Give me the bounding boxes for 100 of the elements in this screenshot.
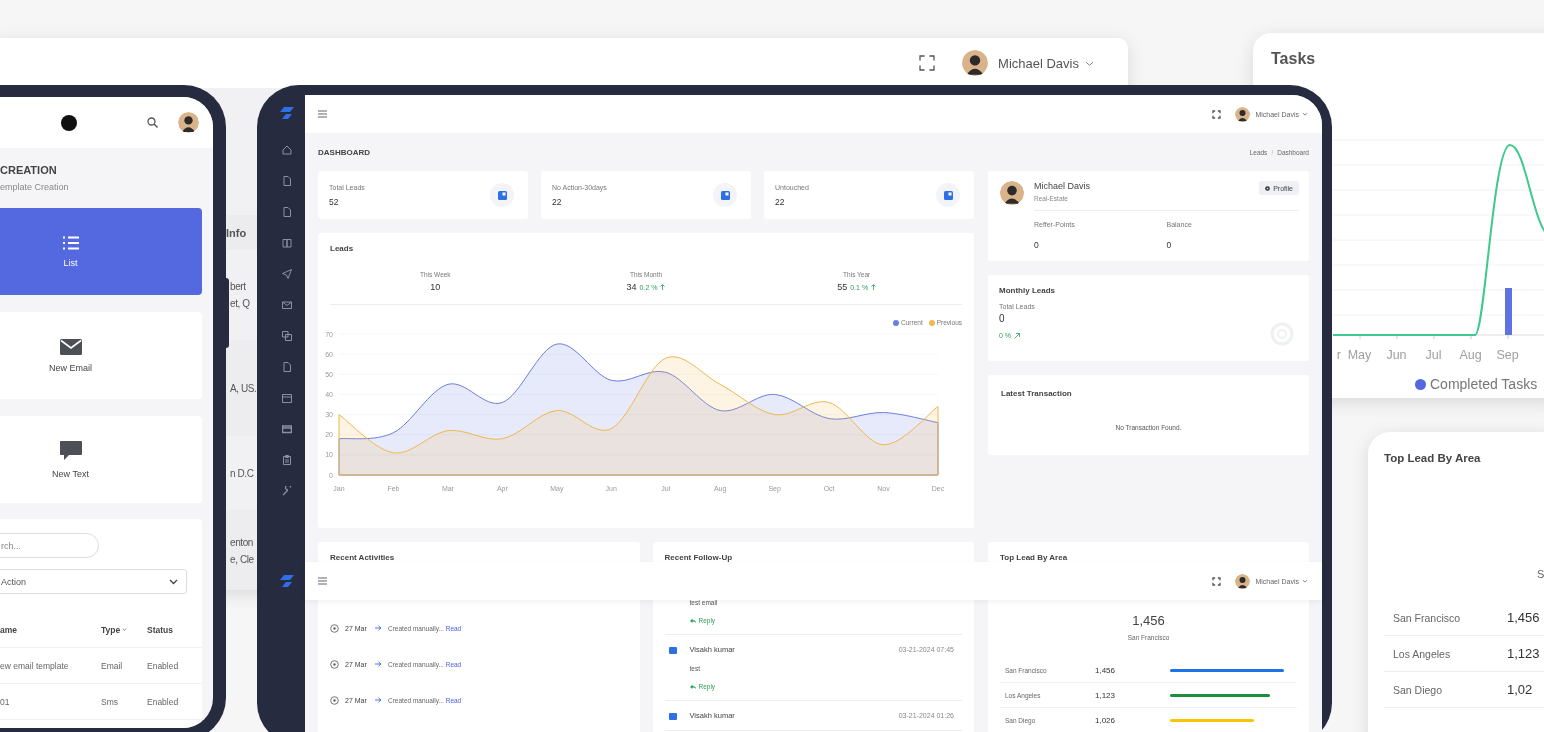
calendar-icon [282, 393, 292, 403]
document-icon [282, 176, 292, 186]
address-text: bert [230, 281, 246, 292]
document-icon [282, 207, 292, 217]
card-title: Monthly Leads [999, 286, 1056, 295]
logo-icon [280, 107, 294, 119]
send-icon [282, 269, 292, 279]
trend-arrow-icon [1014, 332, 1021, 339]
stat-value: 0 [1166, 240, 1173, 250]
camera-dot [61, 114, 77, 131]
avatar [1235, 573, 1251, 589]
lead-count: 1,02 [1507, 682, 1533, 697]
search-field[interactable]: rch... [0, 533, 99, 558]
lead-count: 1,456 [1095, 665, 1117, 675]
table-cell-text: Email [101, 660, 124, 671]
table-cell-text: 01 [0, 696, 11, 707]
area-name: Los Angeles [1393, 647, 1452, 660]
logo-icon [280, 575, 294, 587]
card-icon [282, 424, 292, 434]
menu-icon [318, 577, 327, 585]
x-axis-label: Jun [1385, 348, 1408, 362]
avatar [1000, 181, 1024, 205]
caret-icon [122, 627, 128, 632]
expand-icon [1212, 576, 1222, 586]
address-text: enton [230, 537, 254, 548]
clipboard-icon [282, 455, 292, 465]
up-arrow-icon [871, 284, 877, 290]
lead-count: 1,456 [1507, 610, 1540, 625]
gear-icon [1265, 185, 1271, 191]
stat-value: 22 [552, 196, 563, 207]
column-header[interactable]: ame [0, 624, 101, 635]
note-icon [720, 190, 730, 200]
avatar [962, 50, 989, 76]
action-tile[interactable]: New Text [0, 416, 202, 503]
period-value: 10 [430, 282, 441, 292]
arrow-icon [375, 661, 382, 667]
x-axis-label: May [1346, 348, 1373, 362]
x-axis-label: Jul [1424, 348, 1443, 362]
period-value: 55 [837, 282, 848, 292]
table-cell-text: Enabled [147, 660, 180, 671]
page-subtitle: emplate Creation [0, 182, 70, 192]
home-icon [282, 145, 292, 155]
card-title: Recent Follow-Up [664, 553, 734, 562]
stat-value: 0 [999, 313, 1006, 324]
card-title: Top Lead By Area [1000, 553, 1069, 562]
page-title: DASHBOARD [318, 147, 370, 157]
profile-name: Michael Davis [1034, 181, 1091, 191]
area-name: San Francisco [1393, 611, 1462, 624]
book-icon [282, 238, 292, 248]
avatar [1235, 106, 1251, 122]
list-icon [62, 235, 79, 250]
action-tile[interactable]: New Email [0, 312, 202, 399]
caret-icon [1302, 111, 1308, 117]
table-cell-text: Sms [101, 696, 119, 707]
area-label: S [1537, 568, 1544, 580]
lead-count: 1,123 [1507, 646, 1540, 661]
page-title: CREATION [0, 164, 58, 176]
address-text: e, Cle [230, 554, 254, 565]
lead-count: 1,123 [1095, 690, 1117, 700]
column-heading: Info [226, 226, 247, 239]
period-value: 34 [626, 282, 637, 292]
x-axis-label: Aug [1458, 348, 1483, 362]
note-icon [497, 190, 507, 200]
card-title: Leads [330, 244, 355, 253]
expand-icon [919, 55, 936, 71]
message-icon [668, 713, 677, 720]
copy-icon [282, 331, 292, 341]
area-name: San Diego [1393, 683, 1444, 696]
lead-count: 1,026 [1095, 715, 1117, 725]
column-header[interactable]: Status [147, 624, 202, 635]
arrow-icon [375, 625, 382, 631]
menu-icon [318, 110, 327, 118]
card-title: Top Lead By Area [1384, 452, 1482, 464]
reply-icon [689, 684, 696, 689]
action-tile[interactable]: List [0, 208, 202, 295]
card-title: Tasks [1271, 50, 1317, 68]
user-name[interactable]: Michael Davis [998, 55, 1079, 71]
reply-icon [689, 618, 696, 623]
caret-icon [1302, 578, 1308, 584]
x-axis-label: Sep [1495, 348, 1520, 362]
card-title: Latest Transaction [1001, 389, 1073, 398]
column-header[interactable]: Type [101, 624, 121, 635]
avatar [178, 112, 199, 133]
message-icon [668, 647, 677, 654]
mail-icon [59, 338, 82, 355]
address-text: et, Q [230, 298, 250, 309]
chevron-icon [169, 578, 178, 585]
table-cell-text: ew email template [0, 660, 70, 671]
address-text: A, US. [230, 382, 257, 394]
up-arrow-icon [660, 284, 666, 290]
mail-icon [282, 300, 292, 310]
arrow-icon [375, 697, 382, 703]
table-cell-text: Enabled [147, 696, 180, 707]
action-select[interactable]: Action [0, 569, 187, 594]
chat-icon [59, 440, 82, 461]
stat-value: 0 [1034, 240, 1040, 250]
document-icon [282, 362, 292, 372]
legend-label: Completed Tasks [1430, 376, 1538, 392]
x-axis-label: r [1335, 348, 1341, 362]
search-icon [147, 117, 158, 128]
